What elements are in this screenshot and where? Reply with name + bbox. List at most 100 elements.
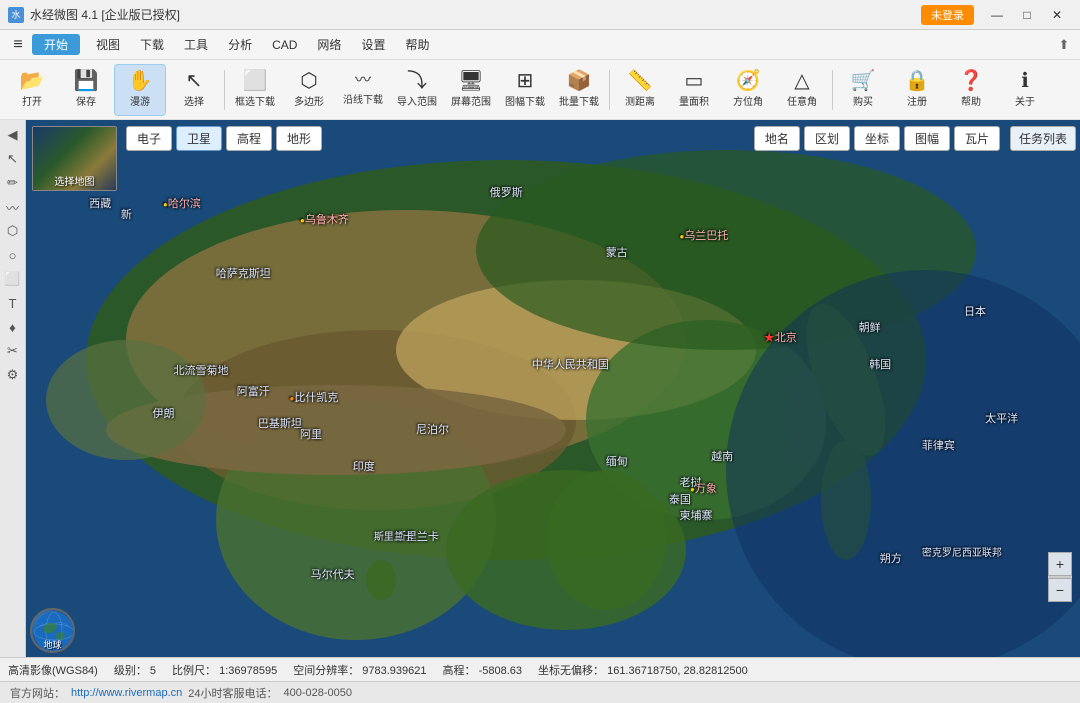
- rtab-boundary[interactable]: 区划: [804, 126, 850, 151]
- help-icon: ❓: [959, 71, 984, 91]
- tool-distance[interactable]: 📏 测距离: [614, 64, 666, 116]
- screen-icon: 🖥: [458, 71, 483, 91]
- slope-label: 任意角: [787, 93, 817, 108]
- left-tool-line[interactable]: 〰: [2, 196, 24, 218]
- website-link[interactable]: http://www.rivermap.cn: [71, 687, 182, 699]
- elevation-label: 高程： -5808.63: [443, 662, 523, 678]
- close-button[interactable]: ✕: [1042, 0, 1072, 30]
- tool-register[interactable]: 🔒 注册: [891, 64, 943, 116]
- tab-satellite[interactable]: 卫星: [176, 126, 222, 151]
- map-type-tabs: 电子 卫星 高程 地形: [126, 126, 322, 151]
- start-menu[interactable]: 开始: [32, 34, 80, 55]
- distance-label: 测距离: [625, 93, 655, 108]
- left-tool-diamond[interactable]: ♦: [2, 316, 24, 338]
- app-title: 水经微图 4.1 [企业版已授权]: [30, 6, 180, 23]
- tool-box-download[interactable]: ⬜ 框选下载: [229, 64, 281, 116]
- maximize-button[interactable]: □: [1012, 0, 1042, 30]
- left-tool-circle[interactable]: ○: [2, 244, 24, 266]
- left-tool-gear[interactable]: ⚙: [2, 364, 24, 386]
- menu-network[interactable]: 网络: [307, 32, 351, 57]
- frame-icon: ⊞: [517, 71, 534, 91]
- toolbar: 📂 打开 💾 保存 ✋ 漫游 ↖ 选择 ⬜ 框选下载 ⬡ 多边形 〰 沿线下载 …: [0, 60, 1080, 120]
- tool-screen[interactable]: 🖥 屏幕范围: [445, 64, 497, 116]
- login-button[interactable]: 未登录: [921, 5, 974, 25]
- tool-area[interactable]: ▭ 量面积: [668, 64, 720, 116]
- select-label: 选择: [184, 93, 204, 108]
- main-area: ◀ ↖ ✏ 〰 ⬡ ○ ⬜ T ♦ ✂ ⚙: [0, 120, 1080, 657]
- mini-map[interactable]: 选择地图: [32, 126, 117, 191]
- rtab-frame[interactable]: 图幅: [904, 126, 950, 151]
- zoom-controls: + −: [1048, 552, 1072, 602]
- rtab-coordinate[interactable]: 坐标: [854, 126, 900, 151]
- area-icon: ▭: [685, 71, 704, 91]
- menu-analysis[interactable]: 分析: [218, 32, 262, 57]
- tool-slope[interactable]: △ 任意角: [776, 64, 828, 116]
- zoom-in-button[interactable]: +: [1048, 552, 1072, 576]
- info-bar: 官方网站： http://www.rivermap.cn 24小时客服电话： 4…: [0, 681, 1080, 703]
- tool-save[interactable]: 💾 保存: [60, 64, 112, 116]
- app-icon: 水: [8, 7, 24, 23]
- menu-download[interactable]: 下载: [130, 32, 174, 57]
- open-icon: 📂: [20, 71, 45, 91]
- rtab-placename[interactable]: 地名: [754, 126, 800, 151]
- frame-label: 图幅下载: [505, 93, 545, 108]
- tab-terrain[interactable]: 地形: [276, 126, 322, 151]
- help-label: 帮助: [961, 93, 981, 108]
- save-icon: 💾: [74, 71, 99, 91]
- register-label: 注册: [907, 93, 927, 108]
- rtab-tile[interactable]: 瓦片: [954, 126, 1000, 151]
- left-tool-pen[interactable]: ✏: [2, 172, 24, 194]
- left-tool-poly[interactable]: ⬡: [2, 220, 24, 242]
- buy-label: 购买: [853, 93, 873, 108]
- left-tool-rect[interactable]: ⬜: [2, 268, 24, 290]
- menu-view[interactable]: 视图: [86, 32, 130, 57]
- tool-select[interactable]: ↖ 选择: [168, 64, 220, 116]
- map-area[interactable]: 选择地图 电子 卫星 高程 地形 地名 区划 坐标 图幅 瓦片 任务列表 俄罗斯…: [26, 120, 1080, 657]
- batch-icon: 📦: [567, 71, 592, 91]
- website-label: 官方网站：: [10, 685, 65, 701]
- left-tool-text[interactable]: T: [2, 292, 24, 314]
- zoom-out-button[interactable]: −: [1048, 578, 1072, 602]
- title-bar: 水 水经微图 4.1 [企业版已授权] 未登录 — □ ✕: [0, 0, 1080, 30]
- sep1: [224, 70, 225, 110]
- task-list-button[interactable]: 任务列表: [1010, 126, 1076, 151]
- browse-icon: ✋: [128, 71, 153, 91]
- buy-icon: 🛒: [851, 71, 876, 91]
- tab-elevation[interactable]: 高程: [226, 126, 272, 151]
- tool-batch[interactable]: 📦 批量下载: [553, 64, 605, 116]
- tool-about[interactable]: ℹ 关于: [999, 64, 1051, 116]
- area-label: 量面积: [679, 93, 709, 108]
- tool-polygon[interactable]: ⬡ 多边形: [283, 64, 335, 116]
- left-tool-cursor[interactable]: ↖: [2, 148, 24, 170]
- menu-help[interactable]: 帮助: [395, 32, 439, 57]
- tool-browse[interactable]: ✋ 漫游: [114, 64, 166, 116]
- polygon-label: 多边形: [294, 93, 324, 108]
- slope-icon: △: [794, 71, 809, 91]
- earth-label: 地球: [43, 638, 61, 651]
- import-label: 导入范围: [397, 93, 437, 108]
- tool-open[interactable]: 📂 打开: [6, 64, 58, 116]
- tool-line-download[interactable]: 〰 沿线下载: [337, 64, 389, 116]
- scale-label: 比例尺： 1:36978595: [172, 662, 277, 678]
- left-tool-cut[interactable]: ✂: [2, 340, 24, 362]
- tool-direction[interactable]: 🧭 方位角: [722, 64, 774, 116]
- minimize-button[interactable]: —: [982, 0, 1012, 30]
- tool-frame[interactable]: ⊞ 图幅下载: [499, 64, 551, 116]
- menu-tools[interactable]: 工具: [174, 32, 218, 57]
- earth-globe[interactable]: 地球: [30, 608, 75, 653]
- tab-electronic[interactable]: 电子: [126, 126, 172, 151]
- menu-cad[interactable]: CAD: [262, 34, 307, 56]
- tool-import[interactable]: ⤵ 导入范围: [391, 64, 443, 116]
- menu-settings[interactable]: 设置: [351, 32, 395, 57]
- tool-help[interactable]: ❓ 帮助: [945, 64, 997, 116]
- hamburger-menu[interactable]: ≡: [4, 31, 32, 59]
- distance-icon: 📏: [628, 71, 653, 91]
- expand-button[interactable]: ⬆: [1052, 33, 1076, 57]
- box-label: 框选下载: [235, 93, 275, 108]
- batch-label: 批量下载: [559, 93, 599, 108]
- map-terrain-svg: [26, 120, 1080, 657]
- left-tool-arrow[interactable]: ◀: [2, 124, 24, 146]
- about-icon: ℹ: [1021, 71, 1029, 91]
- tool-buy[interactable]: 🛒 购买: [837, 64, 889, 116]
- screen-label: 屏幕范围: [451, 93, 491, 108]
